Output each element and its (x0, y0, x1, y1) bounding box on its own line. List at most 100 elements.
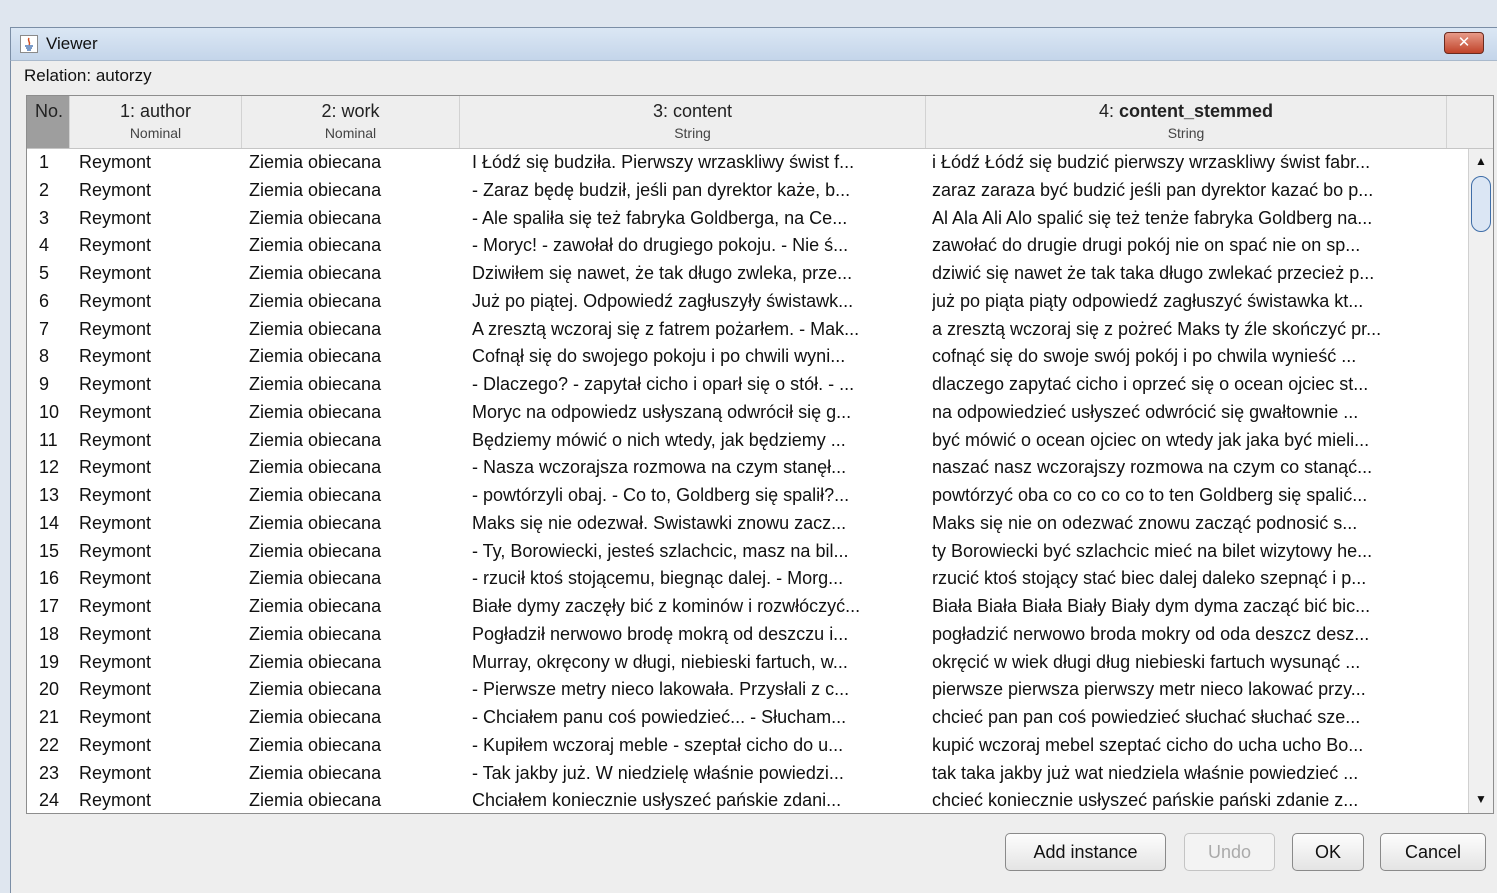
table-row[interactable]: 2 Reymont Ziemia obiecana - Zaraz będę budz… (27, 177, 1467, 205)
cell-no[interactable]: 10 (39, 399, 79, 427)
table-row[interactable]: 13 Reymont Ziemia obiecana - powtórzyli oba… (27, 482, 1467, 510)
table-row[interactable]: 18 Reymont Ziemia obiecana Pogładził nerwow… (27, 621, 1467, 649)
table-row[interactable]: 15 Reymont Ziemia obiecana - Ty, Borowiecki… (27, 538, 1467, 566)
scrollbar-thumb[interactable] (1471, 176, 1491, 232)
table-row[interactable]: 1 Reymont Ziemia obiecana I Łódź się budził… (27, 149, 1467, 177)
cell-content-stemmed[interactable]: być mówić o ocean ojciec on wtedy jak ja… (932, 427, 1462, 455)
cell-content-stemmed[interactable]: Biała Biała Biała Biały Biały dym dyma z… (932, 593, 1462, 621)
cell-author[interactable]: Reymont (79, 593, 239, 621)
table-row[interactable]: 21 Reymont Ziemia obiecana - Chciałem panu … (27, 704, 1467, 732)
cell-author[interactable]: Reymont (79, 177, 239, 205)
cell-content-stemmed[interactable]: na odpowiedzieć usłyszeć odwrócić się gw… (932, 399, 1462, 427)
cell-author[interactable]: Reymont (79, 260, 239, 288)
cell-content[interactable]: Białe dymy zaczęły bić z kominów i rozwł… (472, 593, 922, 621)
cell-work[interactable]: Ziemia obiecana (249, 232, 459, 260)
cell-no[interactable]: 21 (39, 704, 79, 732)
table-row[interactable]: 7 Reymont Ziemia obiecana A zresztą wczoraj… (27, 316, 1467, 344)
cell-content-stemmed[interactable]: Maks się nie on odezwać znowu zacząć pod… (932, 510, 1462, 538)
cell-content-stemmed[interactable]: chcieć koniecznie usłyszeć pańskie pańsk… (932, 787, 1462, 813)
cell-work[interactable]: Ziemia obiecana (249, 676, 459, 704)
cell-content-stemmed[interactable]: dziwić się nawet że tak taka długo zwlek… (932, 260, 1462, 288)
cell-work[interactable]: Ziemia obiecana (249, 760, 459, 788)
cell-content-stemmed[interactable]: dlaczego zapytać cicho i oprzeć się o oc… (932, 371, 1462, 399)
cell-no[interactable]: 18 (39, 621, 79, 649)
cell-content-stemmed[interactable]: chcieć pan pan coś powiedzieć słuchać sł… (932, 704, 1462, 732)
cell-author[interactable]: Reymont (79, 454, 239, 482)
cell-author[interactable]: Reymont (79, 510, 239, 538)
cell-author[interactable]: Reymont (79, 205, 239, 233)
cell-no[interactable]: 5 (39, 260, 79, 288)
cell-content[interactable]: - Moryc! - zawołał do drugiego pokoju. -… (472, 232, 922, 260)
cell-content[interactable]: Już po piątej. Odpowiedź zagłuszyły świs… (472, 288, 922, 316)
cell-work[interactable]: Ziemia obiecana (249, 454, 459, 482)
table-row[interactable]: 11 Reymont Ziemia obiecana Będziemy mówić o… (27, 427, 1467, 455)
cell-no[interactable]: 15 (39, 538, 79, 566)
undo-button[interactable]: Undo (1184, 833, 1275, 871)
cell-no[interactable]: 6 (39, 288, 79, 316)
cell-content-stemmed[interactable]: a zresztą wczoraj się z pożreć Maks ty ź… (932, 316, 1462, 344)
cell-no[interactable]: 9 (39, 371, 79, 399)
cell-content-stemmed[interactable]: tak taka jakby już wat niedziela właśnie… (932, 760, 1462, 788)
cell-work[interactable]: Ziemia obiecana (249, 177, 459, 205)
close-button[interactable]: ✕ (1444, 32, 1484, 54)
cell-author[interactable]: Reymont (79, 565, 239, 593)
cell-work[interactable]: Ziemia obiecana (249, 149, 459, 177)
cell-work[interactable]: Ziemia obiecana (249, 482, 459, 510)
cell-content[interactable]: I Łódź się budziła. Pierwszy wrzaskliwy … (472, 149, 922, 177)
cell-no[interactable]: 19 (39, 649, 79, 677)
cell-content-stemmed[interactable]: naszać nasz wczorajszy rozmowa na czym c… (932, 454, 1462, 482)
cell-content[interactable]: Cofnął się do swojego pokoju i po chwili… (472, 343, 922, 371)
cell-work[interactable]: Ziemia obiecana (249, 427, 459, 455)
cell-no[interactable]: 23 (39, 760, 79, 788)
column-header-content[interactable]: 3: content String (460, 96, 926, 148)
cell-author[interactable]: Reymont (79, 732, 239, 760)
cell-content[interactable]: - Zaraz będę budził, jeśli pan dyrektor … (472, 177, 922, 205)
cell-work[interactable]: Ziemia obiecana (249, 649, 459, 677)
cell-author[interactable]: Reymont (79, 482, 239, 510)
table-row[interactable]: 22 Reymont Ziemia obiecana - Kupiłem wczora… (27, 732, 1467, 760)
cell-content-stemmed[interactable]: cofnąć się do swoje swój pokój i po chwi… (932, 343, 1462, 371)
table-row[interactable]: 3 Reymont Ziemia obiecana - Ale spaliła się… (27, 205, 1467, 233)
cell-no[interactable]: 14 (39, 510, 79, 538)
table-row[interactable]: 23 Reymont Ziemia obiecana - Tak jakby już.… (27, 760, 1467, 788)
cell-no[interactable]: 13 (39, 482, 79, 510)
cell-content[interactable]: A zresztą wczoraj się z fatrem pożarłem.… (472, 316, 922, 344)
cell-no[interactable]: 7 (39, 316, 79, 344)
table-row[interactable]: 20 Reymont Ziemia obiecana - Pierwsze metry… (27, 676, 1467, 704)
cell-work[interactable]: Ziemia obiecana (249, 260, 459, 288)
cell-work[interactable]: Ziemia obiecana (249, 288, 459, 316)
table-row[interactable]: 6 Reymont Ziemia obiecana Już po piątej. Od… (27, 288, 1467, 316)
cell-content-stemmed[interactable]: kupić wczoraj mebel szeptać cicho do uch… (932, 732, 1462, 760)
vertical-scrollbar[interactable]: ▲ ▼ (1468, 149, 1493, 813)
cancel-button[interactable]: Cancel (1380, 833, 1486, 871)
cell-work[interactable]: Ziemia obiecana (249, 787, 459, 813)
cell-content[interactable]: Będziemy mówić o nich wtedy, jak będziem… (472, 427, 922, 455)
cell-work[interactable]: Ziemia obiecana (249, 316, 459, 344)
cell-author[interactable]: Reymont (79, 760, 239, 788)
ok-button[interactable]: OK (1292, 833, 1364, 871)
cell-content[interactable]: - Kupiłem wczoraj meble - szeptał cicho … (472, 732, 922, 760)
cell-content[interactable]: - Ty, Borowiecki, jesteś szlachcic, masz… (472, 538, 922, 566)
table-row[interactable]: 8 Reymont Ziemia obiecana Cofnął się do swo… (27, 343, 1467, 371)
cell-content-stemmed[interactable]: rzucić ktoś stojący stać biec dalej dale… (932, 565, 1462, 593)
cell-author[interactable]: Reymont (79, 621, 239, 649)
cell-no[interactable]: 20 (39, 676, 79, 704)
cell-content-stemmed[interactable]: zaraz zaraza być budzić jeśli pan dyrekt… (932, 177, 1462, 205)
cell-work[interactable]: Ziemia obiecana (249, 205, 459, 233)
cell-content[interactable]: - powtórzyli obaj. - Co to, Goldberg się… (472, 482, 922, 510)
table-row[interactable]: 10 Reymont Ziemia obiecana Moryc na odpowie… (27, 399, 1467, 427)
scroll-up-icon[interactable]: ▲ (1472, 151, 1490, 171)
cell-work[interactable]: Ziemia obiecana (249, 538, 459, 566)
scroll-down-icon[interactable]: ▼ (1472, 789, 1490, 809)
cell-content-stemmed[interactable]: powtórzyć oba co co co co to ten Goldber… (932, 482, 1462, 510)
cell-author[interactable]: Reymont (79, 343, 239, 371)
cell-author[interactable]: Reymont (79, 399, 239, 427)
column-header-author[interactable]: 1: author Nominal (70, 96, 242, 148)
cell-content[interactable]: - Chciałem panu coś powiedzieć... - Słuc… (472, 704, 922, 732)
cell-no[interactable]: 1 (39, 149, 79, 177)
cell-work[interactable]: Ziemia obiecana (249, 593, 459, 621)
table-row[interactable]: 17 Reymont Ziemia obiecana Białe dymy zaczę… (27, 593, 1467, 621)
cell-content[interactable]: - Ale spaliła się też fabryka Goldberga,… (472, 205, 922, 233)
cell-no[interactable]: 4 (39, 232, 79, 260)
cell-content[interactable]: Chciałem koniecznie usłyszeć pańskie zda… (472, 787, 922, 813)
